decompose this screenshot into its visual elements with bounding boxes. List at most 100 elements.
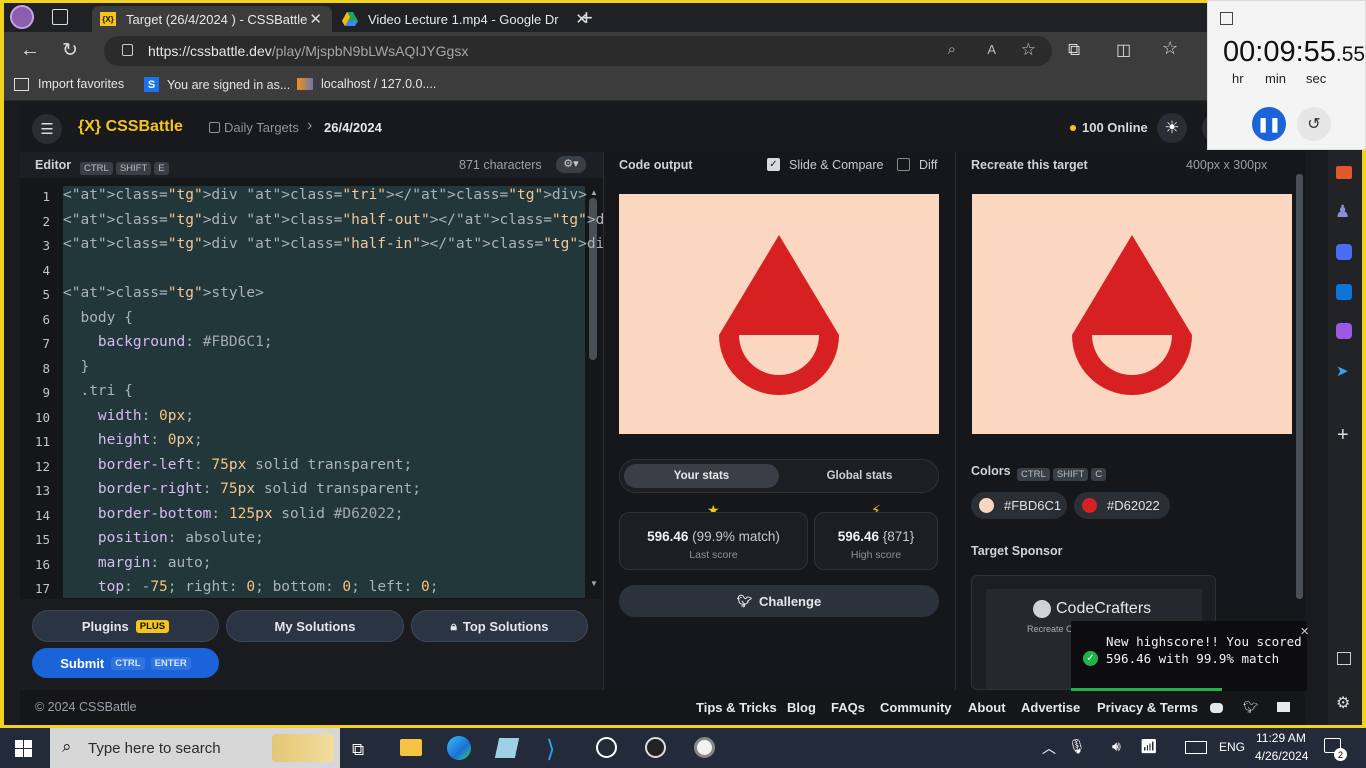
- tab-google-drive[interactable]: Video Lecture 1.mp4 - Google Dr ✕: [336, 6, 588, 32]
- code-line[interactable]: border-left: 75px solid transparent;: [63, 457, 412, 473]
- refresh-icon[interactable]: ↻: [62, 39, 78, 62]
- code-line[interactable]: margin: auto;: [63, 555, 212, 571]
- code-line[interactable]: body {: [63, 310, 132, 326]
- scroll-up-icon[interactable]: ▲: [590, 188, 598, 197]
- reset-button[interactable]: ↺: [1297, 107, 1331, 141]
- clock-time[interactable]: 11:29 AM: [1256, 731, 1306, 745]
- target-drawing: [972, 194, 1292, 434]
- copilot-icon[interactable]: [1336, 244, 1352, 260]
- file-explorer-icon[interactable]: [400, 739, 422, 756]
- windows-start-icon[interactable]: [15, 740, 32, 757]
- my-solutions-button[interactable]: My Solutions: [226, 610, 404, 642]
- footer-link-faqs[interactable]: FAQs: [831, 700, 865, 715]
- pause-button[interactable]: ❚❚: [1252, 107, 1286, 141]
- designer-icon[interactable]: [1336, 323, 1352, 339]
- favorite-import[interactable]: Import favorites: [14, 77, 124, 91]
- tab-your-stats[interactable]: Your stats: [624, 464, 779, 488]
- plugins-button[interactable]: Plugins PLUS: [32, 610, 219, 642]
- favorite-star-icon[interactable]: ☆: [1021, 40, 1036, 60]
- screenshot-icon[interactable]: [1337, 652, 1351, 665]
- network-icon[interactable]: 📶︎: [1140, 738, 1158, 755]
- scroll-down-icon[interactable]: ▼: [590, 579, 598, 588]
- footer-link-community[interactable]: Community: [880, 700, 952, 715]
- code-line[interactable]: height: 0px;: [63, 432, 203, 448]
- favorite-label: You are signed in as...: [167, 77, 291, 92]
- code-line[interactable]: <"at">class="tg">div "at">class="tri"></…: [63, 187, 587, 203]
- code-line[interactable]: position: absolute;: [63, 530, 264, 546]
- footer-link-privacy[interactable]: Privacy & Terms: [1097, 700, 1198, 715]
- keyboard-icon[interactable]: [1185, 741, 1207, 754]
- code-line[interactable]: <"at">class="tg">style>: [63, 285, 264, 301]
- settings-dropdown[interactable]: ⚙▾: [556, 156, 586, 173]
- back-icon[interactable]: ←: [20, 39, 40, 62]
- profile-avatar[interactable]: [10, 5, 34, 29]
- footer-link-tips[interactable]: Tips & Tricks: [696, 700, 777, 715]
- footer-link-about[interactable]: About: [968, 700, 1006, 715]
- favorite-label: localhost / 127.0.0....: [321, 77, 437, 91]
- kbd-ctrl: CTRL: [111, 656, 145, 670]
- footer-link-blog[interactable]: Blog: [787, 700, 816, 715]
- obs-icon[interactable]: [645, 737, 666, 758]
- tab-cssbattle[interactable]: {X} Target (26/4/2024 ) - CSSBattle ✕: [92, 6, 332, 32]
- favorite-localhost[interactable]: localhost / 127.0.0....: [297, 77, 436, 91]
- twitter-icon[interactable]: 🐦︎: [1243, 700, 1258, 714]
- language-indicator[interactable]: ENG: [1219, 740, 1245, 754]
- zoom-icon[interactable]: ⌕: [948, 41, 956, 58]
- clock-date[interactable]: 4/26/2024: [1255, 749, 1308, 763]
- output-canvas[interactable]: [619, 194, 939, 434]
- diff-checkbox[interactable]: [897, 158, 910, 171]
- code-line[interactable]: <"at">class="tg">div "at">class="half-in…: [63, 236, 622, 252]
- favorites-icon[interactable]: ☆: [1162, 38, 1178, 59]
- top-solutions-button[interactable]: 🔒︎ Top Solutions: [411, 610, 588, 642]
- footer-link-advertise[interactable]: Advertise: [1021, 700, 1080, 715]
- read-aloud-icon[interactable]: A: [987, 42, 996, 57]
- address-bar[interactable]: https://cssbattle.dev/play/MjspbN9bLWsAQ…: [104, 36, 1052, 66]
- tab-global-stats[interactable]: Global stats: [782, 464, 937, 488]
- code-line[interactable]: <"at">class="tg">div "at">class="half-ou…: [63, 212, 631, 228]
- breadcrumb-daily-targets[interactable]: Daily Targets: [224, 120, 299, 135]
- people-icon[interactable]: ♟: [1335, 202, 1350, 222]
- code-line[interactable]: background: #FBD6C1;: [63, 334, 273, 350]
- code-line[interactable]: border-right: 75px solid transparent;: [63, 481, 421, 497]
- theme-toggle-button[interactable]: ☀: [1157, 113, 1187, 143]
- add-icon[interactable]: +: [1337, 424, 1349, 447]
- favorite-signed-in[interactable]: S You are signed in as...: [144, 77, 290, 92]
- split-screen-icon[interactable]: ◫: [1116, 40, 1131, 60]
- menu-button[interactable]: ☰: [32, 114, 62, 144]
- edge-icon[interactable]: [447, 736, 471, 760]
- code-line[interactable]: }: [63, 359, 89, 375]
- notes-app-icon[interactable]: [494, 738, 520, 758]
- code-line[interactable]: border-bottom: 125px solid #D62022;: [63, 506, 404, 522]
- new-tab-icon[interactable]: +: [580, 5, 593, 31]
- color-chip-bg[interactable]: #FBD6C1: [971, 492, 1067, 519]
- code-line[interactable]: .tri {: [63, 383, 132, 399]
- app-logo[interactable]: {X} CSSBattle: [78, 118, 183, 136]
- clock-app-icon[interactable]: [694, 737, 715, 758]
- challenge-button[interactable]: 🐦︎ Challenge: [619, 585, 939, 617]
- target-scrollbar[interactable]: [1296, 174, 1303, 599]
- submit-button[interactable]: Submit CTRL ENTER: [32, 648, 219, 678]
- discord-icon[interactable]: [1210, 703, 1223, 713]
- send-icon[interactable]: ➤: [1336, 362, 1349, 380]
- mail-icon[interactable]: [1277, 702, 1290, 712]
- vscode-icon[interactable]: ⟩: [546, 735, 555, 764]
- extensions-icon[interactable]: ⧉: [1068, 40, 1080, 60]
- taskbar-search[interactable]: ⌕ Type here to search: [50, 728, 340, 768]
- toast-close-icon[interactable]: ✕: [1300, 625, 1309, 638]
- close-icon[interactable]: ✕: [309, 10, 322, 28]
- chatgpt-icon[interactable]: [596, 737, 617, 758]
- volume-icon[interactable]: 🔊︎: [1112, 738, 1121, 755]
- mic-icon[interactable]: 🎙︎: [1068, 738, 1086, 755]
- code-line[interactable]: top: -75; right: 0; bottom: 0; left: 0;: [63, 579, 439, 595]
- outlook-icon[interactable]: [1336, 284, 1352, 300]
- color-chip-accent[interactable]: #D62022: [1074, 492, 1170, 519]
- expand-icon[interactable]: [1220, 12, 1233, 25]
- code-line[interactable]: width: 0px;: [63, 408, 194, 424]
- slide-compare-checkbox[interactable]: ✓: [767, 158, 780, 171]
- divider: [971, 470, 1276, 471]
- tab-actions-icon[interactable]: [52, 9, 68, 25]
- settings-icon[interactable]: ⚙: [1336, 693, 1350, 713]
- task-view-icon[interactable]: ⧉: [352, 740, 364, 760]
- chevron-up-icon[interactable]: ︿: [1042, 738, 1056, 758]
- tools-icon[interactable]: [1336, 166, 1352, 179]
